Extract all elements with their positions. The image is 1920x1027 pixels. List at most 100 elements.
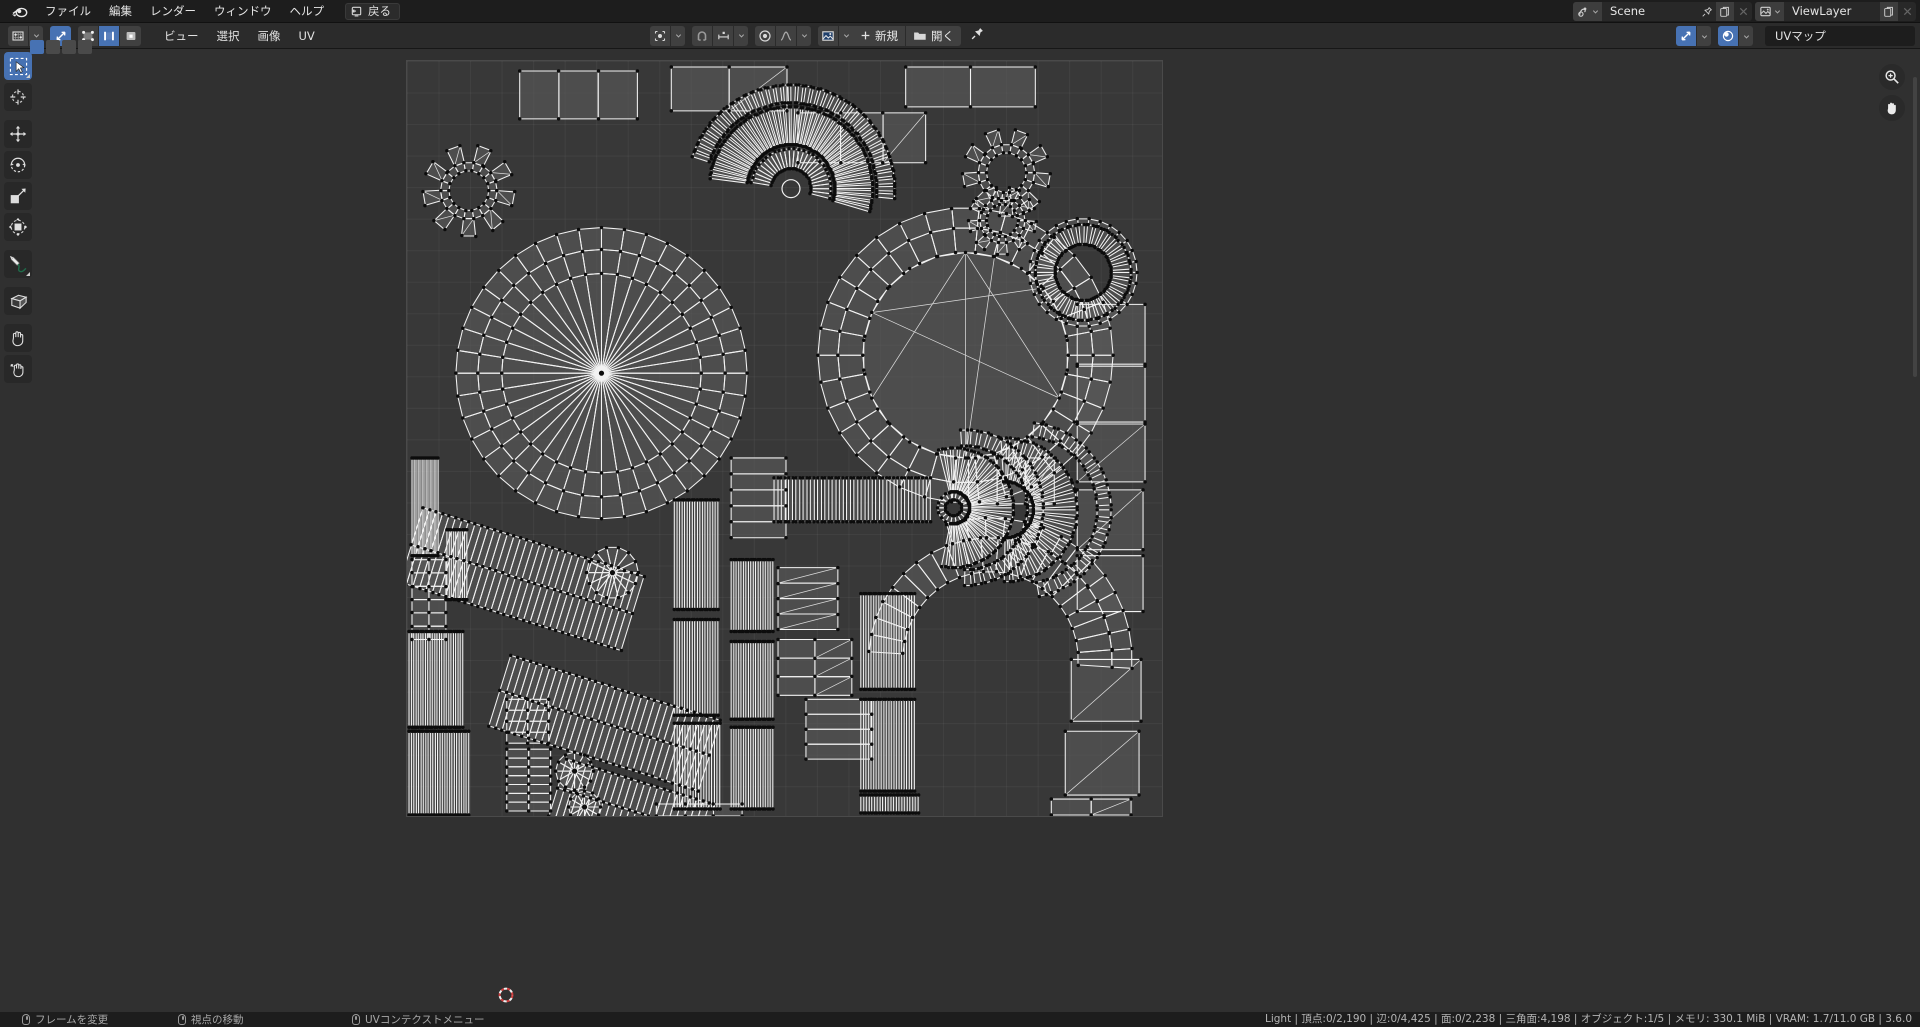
mouse-right-icon: [352, 1014, 360, 1025]
menu-uv[interactable]: UV: [290, 26, 324, 46]
status-uv-context-menu-label: UVコンテクストメニュー: [365, 1014, 485, 1026]
unlink-x-icon: [1903, 7, 1911, 16]
uv-map-name-field[interactable]: UVマップ: [1765, 26, 1915, 46]
status-uv-context-menu: UVコンテクストメニュー: [352, 1012, 485, 1027]
pivot-point-group[interactable]: [650, 25, 685, 46]
view-layer-name-field[interactable]: ViewLayer: [1784, 2, 1880, 21]
tool-has-variants-indicator: [26, 74, 30, 78]
scene-unlink-button[interactable]: [1734, 2, 1752, 21]
uv-image-area[interactable]: [406, 60, 1163, 817]
transform-icon: [8, 217, 28, 237]
pin-icon: [1702, 6, 1713, 17]
scene-datablock[interactable]: Scene: [1573, 2, 1752, 21]
select-difference-mode[interactable]: [78, 40, 92, 54]
view-layer-new-button[interactable]: [1880, 2, 1898, 21]
proportional-editing-toggle[interactable]: [755, 25, 776, 46]
mouse-middle-icon: [178, 1014, 186, 1025]
image-browse-dropdown[interactable]: [839, 25, 853, 46]
pivot-point-icon: [654, 30, 666, 41]
snap-toggle[interactable]: [692, 25, 713, 46]
overlays-icon: [1722, 30, 1734, 42]
edge-select-icon: [104, 31, 114, 40]
snap-target-button[interactable]: [713, 25, 734, 46]
uv-editor-icon: [12, 30, 24, 41]
zoom-gizmo[interactable]: [1879, 64, 1905, 90]
status-bar: フレームを変更 視点の移動 UVコンテクストメニュー Light | 頂点:0/2,…: [0, 1012, 1920, 1027]
scale-icon: [10, 188, 26, 204]
menu-file[interactable]: ファイル: [36, 2, 100, 21]
overlays-dropdown[interactable]: [1739, 26, 1753, 46]
snap-magnet-icon: [697, 30, 707, 41]
pan-gizmo[interactable]: [1879, 95, 1905, 121]
viewport-vertical-scrollbar[interactable]: [1913, 77, 1917, 377]
editor-header-right-group: UVマップ: [1676, 26, 1915, 46]
display-channels-button[interactable]: [1676, 26, 1697, 46]
proportional-falloff-button[interactable]: [776, 25, 797, 46]
scene-statistics: Light | 頂点:0/2,190 | 辺:0/4,425 | 面:0/2,2…: [1264, 1013, 1912, 1025]
pin-image-button[interactable]: [970, 26, 985, 45]
tool-cursor[interactable]: [4, 83, 32, 111]
select-box-cursor-icon: [9, 57, 27, 75]
cursor-2d[interactable]: [495, 984, 517, 1006]
display-channels-dropdown[interactable]: [1697, 26, 1711, 46]
blender-logo-icon[interactable]: [10, 4, 30, 19]
new-image-label: 新規: [875, 28, 898, 43]
scene-browse-button[interactable]: [1573, 2, 1602, 21]
tool-grab[interactable]: [4, 324, 32, 352]
view-layer-browse-button[interactable]: [1755, 2, 1784, 21]
tool-relax[interactable]: [4, 355, 32, 383]
tool-annotate[interactable]: [4, 250, 32, 278]
pivot-point-button[interactable]: [650, 25, 671, 46]
scene-name-field[interactable]: Scene: [1602, 2, 1698, 21]
tool-transform[interactable]: [4, 213, 32, 241]
snapping-group[interactable]: [692, 25, 748, 46]
uv-layout-wireframe[interactable]: [407, 61, 1162, 816]
hand-open-icon: [1887, 102, 1896, 115]
tool-rotate[interactable]: [4, 151, 32, 179]
open-image-button[interactable]: 開く: [906, 25, 961, 46]
menu-help[interactable]: ヘルプ: [281, 2, 334, 21]
view-layer-unlink-button[interactable]: [1898, 2, 1916, 21]
select-box-mode[interactable]: [30, 40, 44, 54]
tool-tweak-select-box[interactable]: [4, 52, 32, 80]
menu-render[interactable]: レンダー: [141, 2, 205, 21]
menu-view[interactable]: ビュー: [155, 26, 208, 46]
select-subtract-mode[interactable]: [62, 40, 76, 54]
back-to-previous-icon: [351, 6, 362, 17]
overlays-toggle[interactable]: [1718, 26, 1739, 46]
image-browse-button[interactable]: [818, 25, 839, 46]
scene-pin-button[interactable]: [1698, 2, 1716, 21]
uv-viewport[interactable]: [36, 49, 1920, 1012]
snap-dropdown[interactable]: [734, 25, 748, 46]
tool-scale[interactable]: [4, 182, 32, 210]
image-datablock-group[interactable]: 新規 開く: [818, 25, 961, 46]
proportional-falloff-dropdown[interactable]: [797, 25, 811, 46]
uv-editor-toolbar: [0, 49, 36, 1027]
tool-has-variants-indicator: [26, 272, 30, 276]
back-to-previous-button[interactable]: 戻る: [345, 2, 400, 20]
display-channels-group[interactable]: [1676, 26, 1711, 46]
tool-rip-region[interactable]: [4, 287, 32, 315]
view-layer-datablock[interactable]: ViewLayer: [1755, 2, 1916, 21]
scene-new-button[interactable]: [1716, 2, 1734, 21]
select-mode-edge[interactable]: [99, 25, 120, 46]
select-mode-face[interactable]: [120, 25, 141, 46]
menu-select[interactable]: 選択: [208, 26, 249, 46]
menu-edit[interactable]: 編集: [100, 2, 141, 21]
plus-icon: [861, 31, 870, 40]
cursor-2d-icon: [10, 89, 26, 105]
select-extend-mode[interactable]: [46, 40, 60, 54]
tool-move[interactable]: [4, 120, 32, 148]
editor-type-button[interactable]: [8, 25, 29, 46]
face-select-icon: [126, 31, 135, 40]
proportional-editing-icon: [759, 29, 771, 42]
pivot-point-dropdown[interactable]: [671, 25, 685, 46]
select-mode-mini-row[interactable]: [30, 40, 92, 54]
new-image-button[interactable]: 新規: [853, 25, 906, 46]
overlays-group[interactable]: [1718, 26, 1753, 46]
top-menu-bar: ファイル 編集 レンダー ウィンドウ ヘルプ 戻る Scene ViewLaye…: [0, 0, 1920, 23]
menu-image[interactable]: 画像: [249, 26, 290, 46]
menu-window[interactable]: ウィンドウ: [205, 2, 281, 21]
proportional-editing-group[interactable]: [755, 25, 811, 46]
snap-increment-icon: [717, 31, 729, 39]
